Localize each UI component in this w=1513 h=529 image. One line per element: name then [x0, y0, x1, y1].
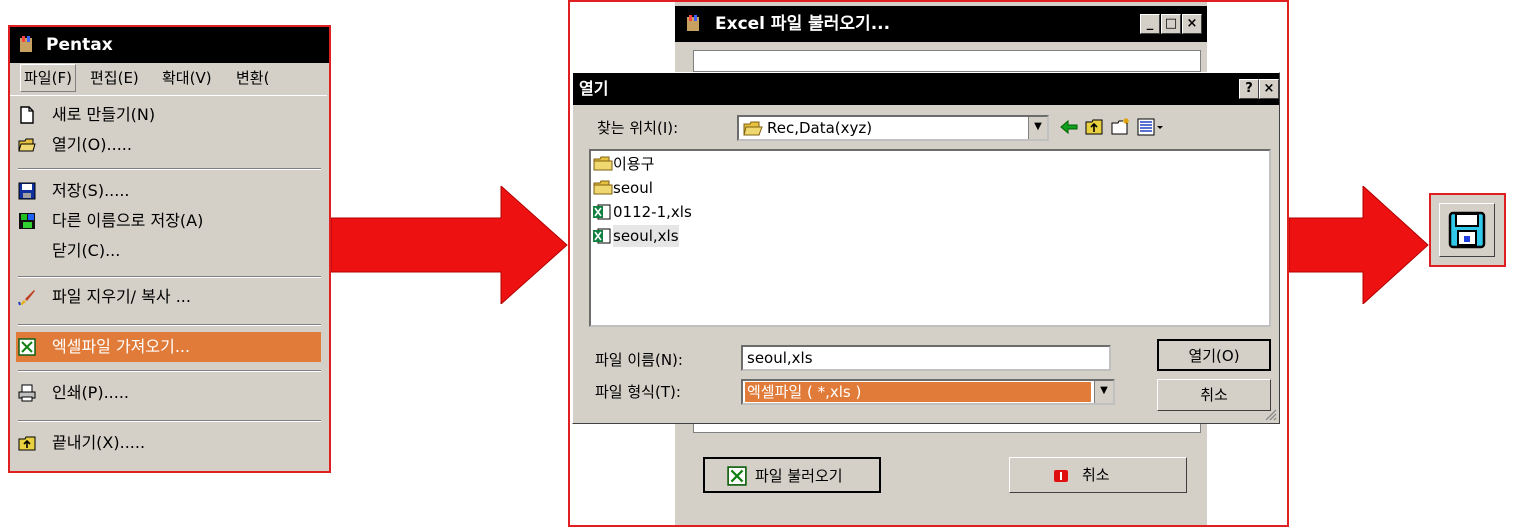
menu-item-new[interactable]: 새로 만들기(N) [16, 100, 321, 130]
menu-item-save-as[interactable]: 다른 이름으로 저장(A) [16, 206, 321, 236]
open-file-dialog: 열기 ? × 찾는 위치(I): Rec,Data(xyz) ▼ 이용구 seo… [572, 72, 1280, 424]
pentax-title: Pentax [46, 35, 113, 55]
view-menu-icon[interactable] [1137, 117, 1165, 137]
excel-file-icon [593, 228, 611, 244]
menu-separator [18, 168, 321, 170]
load-file-label: 파일 불러오기 [755, 467, 843, 485]
flow-arrow-1 [331, 186, 568, 304]
new-folder-icon[interactable] [1111, 117, 1131, 137]
menu-separator [18, 276, 321, 278]
filetype-label: 파일 형식(T): [595, 383, 681, 401]
open-dialog-close-button[interactable]: × [1259, 79, 1279, 99]
menu-item-save[interactable]: 저장(S)..... [16, 176, 321, 206]
excel-cancel-button[interactable]: 취소 [1009, 457, 1187, 493]
file-dropdown-menu: 새로 만들기(N) 열기(O)..... 저장(S)..... 다른 이름으로 … [10, 95, 327, 471]
excel-file-icon [593, 204, 611, 220]
menu-item-delete-copy[interactable]: 파일 지우기/ 복사 ... [16, 282, 321, 312]
pentax-title-bar: Pentax [10, 27, 329, 63]
chevron-down-icon[interactable]: ▼ [1094, 381, 1113, 403]
pentax-menubar: 파일(F) 편집(E) 확대(V) 변환( [10, 63, 329, 93]
open-button[interactable]: 열기(O) [1157, 339, 1271, 371]
excel-window-title: Excel 파일 불러오기... [715, 14, 891, 34]
flow-arrow-2 [1289, 186, 1429, 304]
menu-item-exit[interactable]: 끝내기(X)..... [16, 428, 321, 458]
menu-edit[interactable]: 편집(E) [90, 63, 139, 93]
exit-icon [18, 436, 36, 451]
menu-item-excel-import[interactable]: 엑셀파일 가져오기... [16, 332, 321, 362]
new-file-icon [20, 106, 34, 124]
maximize-button[interactable]: □ [1161, 14, 1181, 34]
menu-file[interactable]: 파일(F) [20, 64, 76, 92]
help-button[interactable]: ? [1239, 79, 1259, 99]
menu-separator [18, 324, 321, 326]
save-button-panel [1429, 193, 1506, 267]
folder-icon [593, 156, 613, 171]
excel-import-icon [727, 466, 747, 486]
excel-cancel-label: 취소 [1082, 466, 1110, 484]
save-disk-icon [18, 182, 36, 200]
printer-icon [18, 384, 36, 402]
excel-window-content-area [693, 50, 1201, 72]
look-in-combo[interactable]: Rec,Data(xyz) ▼ [737, 115, 1049, 141]
open-folder-icon [743, 121, 763, 136]
menu-convert[interactable]: 변환( [236, 63, 269, 93]
filename-value: seoul,xls [747, 349, 813, 367]
excel-import-panel: Excel 파일 불러오기... _ □ × 파일 불러오기 취소 열기 ? × [568, 0, 1289, 527]
filetype-select[interactable]: 엑셀파일 ( *,xls ) ▼ [741, 379, 1115, 405]
resize-grip-icon[interactable] [1263, 407, 1277, 421]
look-in-label: 찾는 위치(I): [597, 119, 679, 137]
filename-label: 파일 이름(N): [595, 351, 683, 369]
excel-window-title-bar: Excel 파일 불러오기... _ □ × [675, 6, 1207, 42]
look-in-value: Rec,Data(xyz) [767, 119, 873, 137]
chevron-down-icon[interactable]: ▼ [1028, 117, 1047, 139]
cancel-icon [1054, 470, 1068, 482]
brush-icon [18, 290, 35, 306]
save-as-icon [19, 213, 35, 229]
file-list[interactable]: 이용구 seoul 0112-1,xls seoul,xls [589, 149, 1271, 327]
save-disk-icon [1448, 211, 1486, 249]
menu-separator [18, 370, 321, 372]
menu-item-open[interactable]: 열기(O)..... [16, 130, 321, 160]
pentax-menu-window: Pentax 파일(F) 편집(E) 확대(V) 변환( 새로 만들기(N) 열… [8, 25, 331, 473]
menu-separator [18, 420, 321, 422]
pentax-app-icon [20, 36, 32, 52]
up-folder-icon[interactable] [1085, 117, 1105, 137]
filename-input[interactable]: seoul,xls [741, 345, 1111, 371]
close-button[interactable]: × [1182, 14, 1202, 34]
open-folder-icon [18, 138, 36, 152]
minimize-button[interactable]: _ [1140, 14, 1160, 34]
excel-import-icon [18, 338, 36, 356]
save-toolbar-button[interactable] [1439, 203, 1495, 257]
open-dialog-title: 열기 [579, 79, 609, 98]
open-dialog-cancel-button[interactable]: 취소 [1157, 379, 1271, 411]
load-file-button[interactable]: 파일 불러오기 [703, 457, 881, 493]
menu-item-print[interactable]: 인쇄(P)..... [16, 378, 321, 408]
open-dialog-title-bar: 열기 ? × [573, 73, 1279, 105]
menu-item-close[interactable]: 닫기(C)... [16, 236, 321, 266]
menu-zoom[interactable]: 확대(V) [162, 63, 212, 93]
filetype-value: 엑셀파일 ( *,xls ) [745, 382, 1091, 402]
folder-icon [593, 180, 613, 195]
pentax-app-icon [687, 15, 699, 31]
back-arrow-icon[interactable] [1059, 117, 1079, 137]
